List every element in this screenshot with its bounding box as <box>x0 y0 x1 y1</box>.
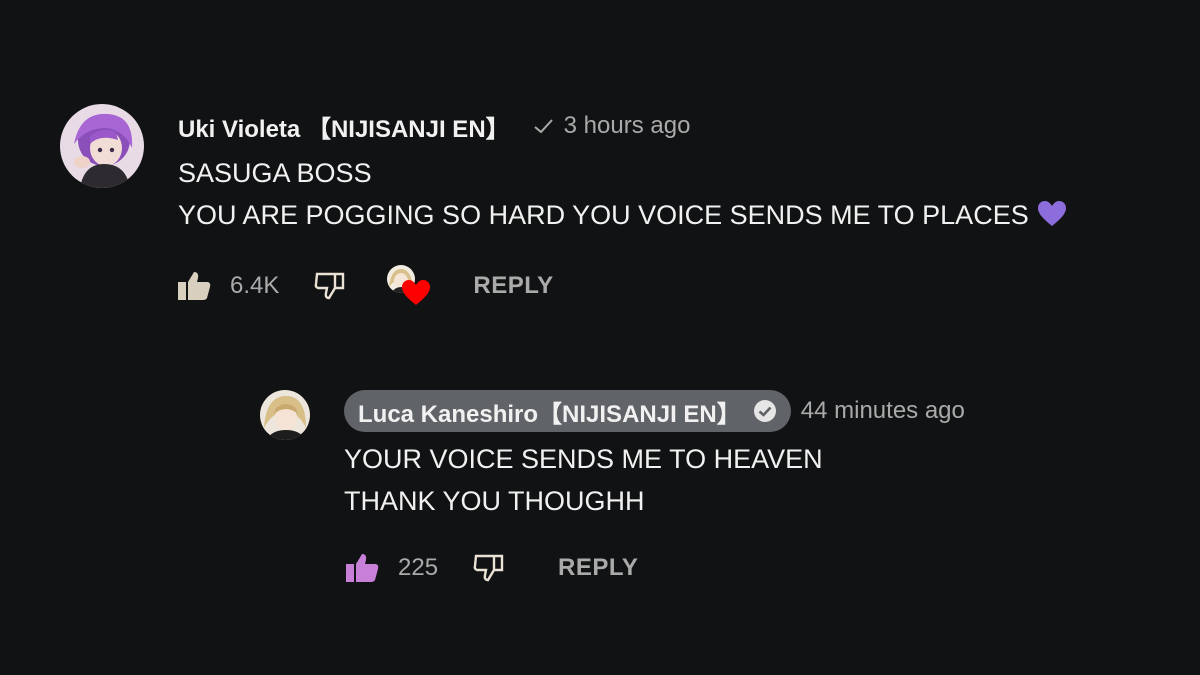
comment-text-line: THANK YOU THOUGHH <box>344 486 645 516</box>
like-icon[interactable] <box>344 552 380 584</box>
dislike-icon[interactable] <box>472 552 506 584</box>
timestamp[interactable]: 44 minutes ago <box>801 397 965 425</box>
avatar[interactable] <box>260 390 310 440</box>
reply-button[interactable]: REPLY <box>558 554 638 582</box>
reply-comment: Luca Kaneshiro【NIJISANJI EN】 44 minutes … <box>0 0 1200 675</box>
channel-owner-badge[interactable]: Luca Kaneshiro【NIJISANJI EN】 <box>344 390 791 432</box>
comment-text-line: YOUR VOICE SENDS ME TO HEAVEN <box>344 444 823 474</box>
comment-actions: 225 REPLY <box>344 548 638 588</box>
author-name: Luca Kaneshiro【NIJISANJI EN】 <box>358 400 741 428</box>
verified-icon <box>753 399 777 423</box>
like-count: 225 <box>398 554 439 581</box>
comment-header: Luca Kaneshiro【NIJISANJI EN】 44 minutes … <box>344 390 965 432</box>
